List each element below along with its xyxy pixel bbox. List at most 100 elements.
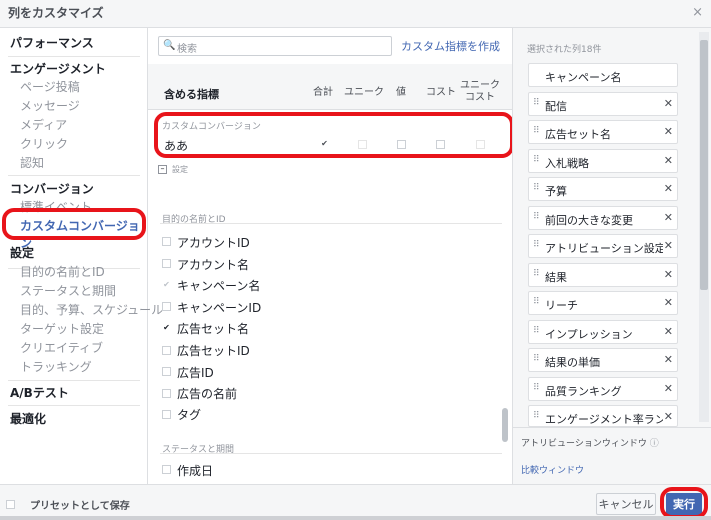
drag-handle-icon[interactable]: ⠿: [533, 98, 540, 108]
selected-column[interactable]: ⠿ 前回の大きな変更 ✕: [528, 206, 678, 230]
selected-column[interactable]: ⠿ 結果の単価 ✕: [528, 348, 678, 372]
row-campaign-id: キャンペーンID: [177, 301, 262, 315]
header-cost: コスト: [426, 87, 456, 98]
selected-column[interactable]: ⠿ 配信 ✕: [528, 92, 678, 116]
column-label: 入札戦略: [545, 157, 589, 170]
column-label: 広告セット名: [545, 128, 611, 141]
remove-icon[interactable]: ✕: [664, 211, 673, 224]
remove-icon[interactable]: ✕: [664, 125, 673, 138]
nav-item-targeting[interactable]: ターゲット設定: [20, 320, 104, 337]
close-icon[interactable]: ×: [692, 5, 703, 20]
nav-item-messages[interactable]: メッセージ: [20, 97, 80, 114]
nav-item-media[interactable]: メディア: [20, 116, 67, 133]
scrollbar-thumb[interactable]: [700, 40, 708, 290]
selected-column[interactable]: ⠿ 予算 ✕: [528, 177, 678, 201]
drag-handle-icon[interactable]: ⠿: [533, 383, 540, 393]
row-account-id: アカウントID: [177, 236, 250, 250]
column-label: 結果の単価: [545, 356, 600, 369]
drag-handle-icon[interactable]: ⠿: [533, 212, 540, 222]
remove-icon[interactable]: ✕: [664, 296, 673, 309]
checkbox-account-id[interactable]: [162, 237, 171, 246]
info-icon[interactable]: ⓘ: [650, 439, 659, 449]
drag-handle-icon[interactable]: ⠿: [533, 240, 540, 250]
header-total: 合計: [313, 87, 333, 98]
drag-handle-icon[interactable]: ⠿: [533, 411, 540, 421]
save-preset-checkbox[interactable]: [6, 500, 15, 509]
remove-icon[interactable]: ✕: [664, 353, 673, 366]
nav-item-name-id[interactable]: 目的の名前とID: [20, 263, 105, 280]
remove-icon[interactable]: ✕: [664, 268, 673, 281]
search-placeholder: 検索: [177, 44, 197, 55]
drag-handle-icon[interactable]: ⠿: [533, 326, 540, 336]
search-input[interactable]: 🔍 検索: [158, 36, 392, 56]
selected-column[interactable]: ⠿ エンゲージメント率ランキング✕: [528, 405, 678, 427]
drag-handle-icon[interactable]: ⠿: [533, 183, 540, 193]
divider: [8, 56, 140, 57]
checkbox-account-name[interactable]: [162, 259, 171, 268]
create-custom-metric-link[interactable]: カスタム指標を作成: [401, 38, 500, 54]
compare-window-link[interactable]: 比較ウィンドウ: [521, 463, 584, 476]
drag-handle-icon[interactable]: ⠿: [533, 126, 540, 136]
drag-handle-icon[interactable]: ⠿: [533, 297, 540, 307]
column-label: リーチ: [545, 299, 578, 312]
nav-item-awareness[interactable]: 認知: [20, 154, 44, 171]
selected-column[interactable]: ⠿ インプレッション ✕: [528, 320, 678, 344]
divider: [512, 427, 711, 428]
selected-column[interactable]: ⠿ 広告セット名 ✕: [528, 120, 678, 144]
remove-icon[interactable]: ✕: [664, 97, 673, 110]
column-label: 配信: [545, 100, 567, 113]
drag-handle-icon[interactable]: ⠿: [533, 354, 540, 364]
nav-item-clicks[interactable]: クリック: [20, 135, 68, 152]
nav-item-page-posts[interactable]: ページ投稿: [20, 78, 80, 95]
drag-handle-icon[interactable]: ⠿: [533, 155, 540, 165]
row-ad-id: 広告ID: [177, 366, 214, 380]
nav-performance[interactable]: パフォーマンス: [10, 34, 94, 51]
remove-icon[interactable]: ✕: [664, 182, 673, 195]
row-account-name: アカウント名: [177, 258, 250, 272]
remove-icon[interactable]: ✕: [664, 325, 673, 338]
checkbox-adset-id[interactable]: [162, 346, 171, 355]
background-strip: [0, 516, 711, 520]
nav-item-creative[interactable]: クリエイティブ: [20, 339, 103, 356]
settings-toggle-label: 設定: [172, 165, 188, 174]
checkbox-adset-name[interactable]: ✔: [162, 324, 171, 333]
divider: [8, 405, 140, 406]
checkbox-campaign-name[interactable]: ✔: [162, 281, 171, 290]
nav-engagement[interactable]: エンゲージメント: [10, 60, 106, 77]
nav-item-tracking[interactable]: トラッキング: [20, 358, 92, 375]
selected-column[interactable]: ⠿ 結果 ✕: [528, 263, 678, 287]
collapse-icon[interactable]: –: [158, 165, 167, 174]
checkbox-campaign-id[interactable]: [162, 302, 171, 311]
selected-count: 選択された列18件: [527, 45, 602, 55]
metric-list-scrollbar[interactable]: [502, 408, 508, 442]
column-label: キャンペーン名: [545, 71, 622, 84]
checkbox-ad-name[interactable]: [162, 389, 171, 398]
nav-ab-test[interactable]: A/Bテスト: [10, 384, 69, 401]
column-label: エンゲージメント率ランキング: [545, 413, 663, 426]
selected-column[interactable]: ⠿ 入札戦略 ✕: [528, 149, 678, 173]
checkbox-ad-id[interactable]: [162, 367, 171, 376]
selected-column[interactable]: ⠿ アトリビューション設定 ✕: [528, 234, 678, 258]
selected-column-fixed: キャンペーン名: [528, 63, 678, 87]
remove-icon[interactable]: ✕: [664, 382, 673, 395]
remove-icon[interactable]: ✕: [664, 154, 673, 167]
column-label: 予算: [545, 185, 567, 198]
remove-icon[interactable]: ✕: [664, 410, 673, 423]
selected-column[interactable]: ⠿ 品質ランキング ✕: [528, 377, 678, 401]
checkbox-created-date[interactable]: [162, 465, 171, 474]
selected-column[interactable]: ⠿ リーチ ✕: [528, 291, 678, 315]
drag-handle-icon[interactable]: ⠿: [533, 269, 540, 279]
row-created-date: 作成日: [177, 464, 214, 478]
checkbox-tag[interactable]: [162, 410, 171, 419]
nav-conversion[interactable]: コンバージョン: [10, 180, 94, 197]
header-value: 値: [396, 87, 406, 98]
category-nav: パフォーマンス エンゲージメント ページ投稿 メッセージ メディア クリック 認…: [0, 28, 163, 484]
annotation-highlight-run: [660, 487, 708, 519]
divider: [160, 453, 502, 454]
nav-item-status-period[interactable]: ステータスと期間: [20, 282, 116, 299]
nav-optimization[interactable]: 最適化: [10, 410, 46, 427]
remove-icon[interactable]: ✕: [664, 239, 673, 252]
header-unique-cost: ユニーク コスト: [460, 80, 500, 103]
nav-item-objective-budget[interactable]: 目的、予算、スケジュール: [20, 301, 163, 318]
cancel-button[interactable]: キャンセル: [596, 493, 656, 515]
